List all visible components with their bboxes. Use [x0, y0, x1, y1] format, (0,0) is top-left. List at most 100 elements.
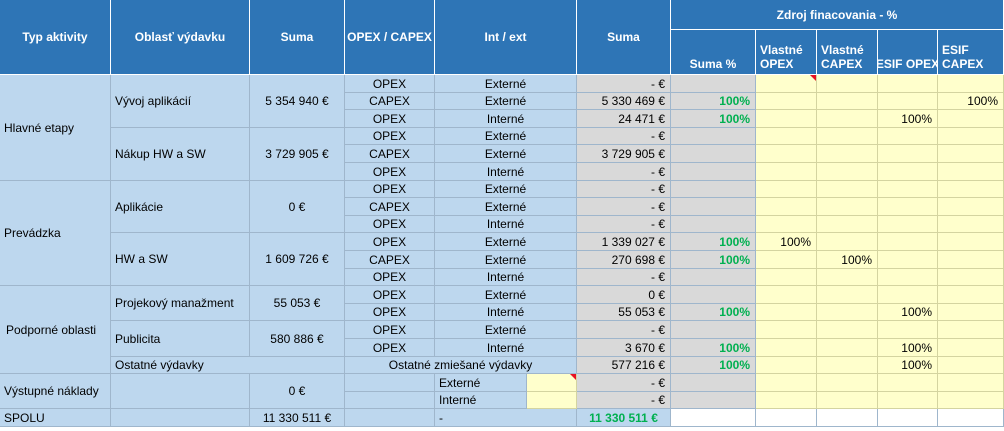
header-int-ext[interactable]: Int / ext: [435, 0, 577, 75]
esif-opex-cell[interactable]: 100%: [878, 110, 938, 128]
opex-capex-empty[interactable]: [345, 392, 435, 409]
spolu-empty-cell[interactable]: [671, 409, 756, 427]
vystupne-sum[interactable]: 0 €: [250, 374, 345, 409]
header-oblast-vydavku[interactable]: Oblasť výdavku: [111, 0, 250, 75]
spolu-total-sum[interactable]: 11 330 511 €: [250, 409, 345, 427]
opex-capex-cell[interactable]: OPEX: [345, 163, 435, 181]
esif-opex-cell[interactable]: [878, 145, 938, 163]
group-vystupne-naklady[interactable]: Výstupné náklady: [0, 374, 111, 409]
spolu-empty-cell[interactable]: [817, 409, 878, 427]
vlastne-capex-cell[interactable]: [817, 321, 878, 339]
area-aplikacie-label[interactable]: Aplikácie: [111, 181, 250, 233]
suma-pct-cell[interactable]: [671, 75, 756, 93]
vlastne-capex-cell[interactable]: [817, 163, 878, 181]
suma-cell[interactable]: 0 €: [577, 286, 671, 304]
esif-opex-cell[interactable]: [878, 286, 938, 304]
esif-capex-cell[interactable]: [938, 145, 1004, 163]
suma-cell[interactable]: 270 698 €: [577, 251, 671, 269]
vlastne-capex-cell[interactable]: [817, 110, 878, 128]
spolu-empty[interactable]: [111, 409, 250, 427]
esif-capex-cell[interactable]: [938, 392, 1004, 409]
opex-capex-cell[interactable]: OPEX: [345, 321, 435, 339]
suma-pct-cell[interactable]: [671, 181, 756, 198]
header-suma-pct[interactable]: Suma %: [671, 30, 756, 75]
esif-capex-cell[interactable]: [938, 286, 1004, 304]
int-ext-cell[interactable]: Externé: [435, 128, 577, 145]
suma-cell[interactable]: 1 339 027 €: [577, 233, 671, 251]
opex-capex-cell[interactable]: CAPEX: [345, 145, 435, 163]
ostatne-zmiesane-vydavky[interactable]: Ostatné zmiešané výdavky: [345, 357, 577, 374]
esif-opex-cell[interactable]: [878, 128, 938, 145]
vlastne-opex-cell[interactable]: [756, 75, 817, 93]
suma-cell[interactable]: - €: [577, 269, 671, 286]
esif-capex-cell[interactable]: [938, 304, 1004, 321]
vlastne-capex-cell[interactable]: [817, 181, 878, 198]
suma-pct-cell[interactable]: 100%: [671, 251, 756, 269]
header-esif-capex[interactable]: ESIF CAPEX: [938, 30, 1004, 75]
esif-opex-cell[interactable]: [878, 269, 938, 286]
area-ostatne-vydavky[interactable]: Ostatné výdavky: [111, 357, 345, 374]
opex-capex-cell[interactable]: CAPEX: [345, 251, 435, 269]
area-vyvoj-aplikacii-sum[interactable]: 5 354 940 €: [250, 75, 345, 128]
esif-capex-cell[interactable]: [938, 181, 1004, 198]
opex-capex-cell[interactable]: OPEX: [345, 181, 435, 198]
vlastne-capex-cell[interactable]: [817, 269, 878, 286]
int-ext-cell[interactable]: Externé: [435, 321, 577, 339]
vlastne-opex-cell[interactable]: [756, 286, 817, 304]
suma-cell[interactable]: 3 729 905 €: [577, 145, 671, 163]
suma-pct-cell[interactable]: [671, 392, 756, 409]
esif-opex-cell[interactable]: [878, 251, 938, 269]
vlastne-opex-cell[interactable]: [756, 374, 817, 392]
suma-cell[interactable]: - €: [577, 374, 671, 392]
header-opex-capex[interactable]: OPEX / CAPEX: [345, 0, 435, 75]
suma-cell[interactable]: - €: [577, 75, 671, 93]
vlastne-opex-cell[interactable]: [756, 93, 817, 110]
suma-pct-cell[interactable]: [671, 374, 756, 392]
area-projekovy-manazment-label[interactable]: Projekový manažment: [111, 286, 250, 321]
group-prevadzka[interactable]: Prevádzka: [0, 181, 111, 286]
suma-pct-cell[interactable]: 100%: [671, 339, 756, 357]
area-nakup-hw-sw-sum[interactable]: 3 729 905 €: [250, 128, 345, 181]
esif-opex-cell[interactable]: [878, 198, 938, 216]
area-aplikacie-sum[interactable]: 0 €: [250, 181, 345, 233]
esif-capex-cell[interactable]: [938, 216, 1004, 233]
suma-cell[interactable]: 24 471 €: [577, 110, 671, 128]
esif-opex-cell[interactable]: [878, 374, 938, 392]
int-ext-cell[interactable]: Interné: [435, 304, 577, 321]
esif-capex-cell[interactable]: [938, 269, 1004, 286]
vlastne-capex-cell[interactable]: [817, 339, 878, 357]
esif-capex-cell[interactable]: [938, 163, 1004, 181]
suma-cell[interactable]: - €: [577, 128, 671, 145]
suma-cell[interactable]: - €: [577, 181, 671, 198]
opex-capex-cell[interactable]: OPEX: [345, 216, 435, 233]
vlastne-capex-cell[interactable]: [817, 75, 878, 93]
int-ext-cell[interactable]: Externé: [435, 93, 577, 110]
vlastne-capex-cell[interactable]: [817, 128, 878, 145]
suma-pct-cell[interactable]: 100%: [671, 357, 756, 374]
opex-capex-cell[interactable]: OPEX: [345, 286, 435, 304]
opex-capex-empty[interactable]: [345, 374, 435, 392]
int-ext-cell[interactable]: Interné: [435, 163, 577, 181]
suma-cell[interactable]: 5 330 469 €: [577, 93, 671, 110]
group-hlavne-etapy[interactable]: Hlavné etapy: [0, 75, 111, 181]
suma-cell[interactable]: - €: [577, 392, 671, 409]
vlastne-opex-cell[interactable]: [756, 216, 817, 233]
vlastne-opex-cell[interactable]: [756, 251, 817, 269]
opex-capex-cell[interactable]: OPEX: [345, 233, 435, 251]
vlastne-capex-cell[interactable]: [817, 304, 878, 321]
vlastne-capex-cell[interactable]: [817, 233, 878, 251]
suma-pct-cell[interactable]: [671, 269, 756, 286]
vlastne-capex-cell[interactable]: [817, 286, 878, 304]
esif-opex-cell[interactable]: [878, 163, 938, 181]
opex-capex-cell[interactable]: OPEX: [345, 339, 435, 357]
suma-cell[interactable]: - €: [577, 216, 671, 233]
suma-cell[interactable]: - €: [577, 163, 671, 181]
esif-capex-cell[interactable]: [938, 339, 1004, 357]
spolu-empty-cell[interactable]: [878, 409, 938, 427]
area-vystupne-empty[interactable]: [111, 374, 250, 409]
esif-opex-cell[interactable]: [878, 216, 938, 233]
int-ext-cell[interactable]: Externé: [435, 145, 577, 163]
suma-pct-cell[interactable]: [671, 145, 756, 163]
suma-pct-cell[interactable]: 100%: [671, 233, 756, 251]
input-cell[interactable]: [527, 374, 577, 392]
